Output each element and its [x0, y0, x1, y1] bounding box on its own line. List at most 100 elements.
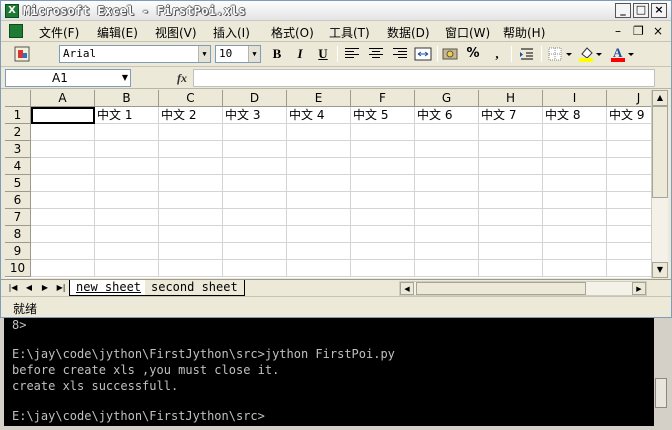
console-window[interactable]: 8> E:\jay\code\jython\FirstJython\src>jy… [0, 318, 672, 430]
cell-I2[interactable] [543, 124, 607, 141]
chevron-down-icon[interactable]: ▼ [122, 70, 128, 86]
cell-F2[interactable] [351, 124, 415, 141]
cell-D2[interactable] [223, 124, 287, 141]
cell-G8[interactable] [415, 226, 479, 243]
fill-color-icon[interactable] [577, 45, 603, 63]
cell-H8[interactable] [479, 226, 543, 243]
cell-F9[interactable] [351, 243, 415, 260]
cell-C7[interactable] [159, 209, 223, 226]
close-button[interactable]: × [651, 3, 667, 18]
cell-D7[interactable] [223, 209, 287, 226]
cell-D9[interactable] [223, 243, 287, 260]
cell-C5[interactable] [159, 175, 223, 192]
cell-G1[interactable]: 中文 6 [415, 107, 479, 124]
row-header[interactable]: 1 [5, 107, 31, 124]
console-scroll-thumb[interactable] [655, 378, 667, 408]
row-header[interactable]: 6 [5, 192, 31, 209]
cell-J1[interactable]: 中文 9 [607, 107, 651, 124]
sheet-tab-second-sheet[interactable]: second sheet [145, 280, 245, 296]
scroll-up-icon[interactable]: ▲ [652, 90, 668, 106]
menu-file[interactable]: 文件(F) [39, 24, 79, 41]
maximize-button[interactable]: □ [633, 3, 649, 18]
cell-I7[interactable] [543, 209, 607, 226]
sheet-tab-new-sheet[interactable]: new sheet [69, 280, 149, 296]
cell-E9[interactable] [287, 243, 351, 260]
menu-insert[interactable]: 插入(I) [213, 24, 250, 41]
column-header[interactable]: G [415, 90, 479, 107]
menu-format[interactable]: 格式(O) [271, 24, 314, 41]
align-left-icon[interactable] [345, 48, 359, 60]
cell-D8[interactable] [223, 226, 287, 243]
cell-H2[interactable] [479, 124, 543, 141]
cell-C9[interactable] [159, 243, 223, 260]
cell-D3[interactable] [223, 141, 287, 158]
cell-C6[interactable] [159, 192, 223, 209]
cell-C4[interactable] [159, 158, 223, 175]
cell-I8[interactable] [543, 226, 607, 243]
row-header[interactable]: 2 [5, 124, 31, 141]
cell-H10[interactable] [479, 260, 543, 277]
toolbar-options-icon[interactable] [13, 45, 33, 63]
cell-G2[interactable] [415, 124, 479, 141]
cell-A9[interactable] [31, 243, 95, 260]
cell-A10[interactable] [31, 260, 95, 277]
cell-H6[interactable] [479, 192, 543, 209]
cell-E10[interactable] [287, 260, 351, 277]
merge-center-icon[interactable] [413, 45, 433, 63]
cell-E8[interactable] [287, 226, 351, 243]
column-header[interactable]: F [351, 90, 415, 107]
cell-J8[interactable] [607, 226, 651, 243]
cell-H9[interactable] [479, 243, 543, 260]
cell-F6[interactable] [351, 192, 415, 209]
cell-A4[interactable] [31, 158, 95, 175]
cell-G10[interactable] [415, 260, 479, 277]
cell-F8[interactable] [351, 226, 415, 243]
cell-E3[interactable] [287, 141, 351, 158]
cell-A7[interactable] [31, 209, 95, 226]
minimize-button[interactable]: _ [615, 3, 631, 18]
cell-H7[interactable] [479, 209, 543, 226]
cell-B4[interactable] [95, 158, 159, 175]
font-color-icon[interactable]: A [609, 45, 635, 63]
cell-F5[interactable] [351, 175, 415, 192]
column-header[interactable]: B [95, 90, 159, 107]
cell-B9[interactable] [95, 243, 159, 260]
doc-restore-button[interactable]: ❐ [633, 24, 644, 38]
row-header[interactable]: 4 [5, 158, 31, 175]
column-header[interactable]: J [607, 90, 651, 107]
cell-A8[interactable] [31, 226, 95, 243]
cell-I3[interactable] [543, 141, 607, 158]
cell-J5[interactable] [607, 175, 651, 192]
workbook-icon[interactable] [9, 24, 23, 38]
cell-B5[interactable] [95, 175, 159, 192]
menu-edit[interactable]: 编辑(E) [97, 24, 138, 41]
column-header[interactable]: H [479, 90, 543, 107]
cell-E1[interactable]: 中文 4 [287, 107, 351, 124]
cell-G6[interactable] [415, 192, 479, 209]
horizontal-scrollbar[interactable]: ◀ ▶ [399, 281, 647, 296]
cell-B10[interactable] [95, 260, 159, 277]
cell-C10[interactable] [159, 260, 223, 277]
italic-button[interactable]: I [290, 45, 310, 63]
cell-D1[interactable]: 中文 3 [223, 107, 287, 124]
row-header[interactable]: 8 [5, 226, 31, 243]
next-sheet-icon[interactable]: ▶ [39, 282, 51, 294]
cell-I1[interactable]: 中文 8 [543, 107, 607, 124]
cell-J2[interactable] [607, 124, 651, 141]
cell-D10[interactable] [223, 260, 287, 277]
menu-tools[interactable]: 工具(T) [329, 24, 370, 41]
excel-app-icon[interactable]: X [5, 4, 19, 18]
cell-F10[interactable] [351, 260, 415, 277]
row-header[interactable]: 5 [5, 175, 31, 192]
menu-help[interactable]: 帮助(H) [503, 24, 545, 41]
cell-G3[interactable] [415, 141, 479, 158]
percent-style-button[interactable]: % [463, 45, 483, 63]
name-box[interactable]: A1 ▼ [5, 69, 131, 87]
cell-F7[interactable] [351, 209, 415, 226]
title-bar[interactable]: X Microsoft Excel - FirstPoi.xls _ □ × [1, 1, 671, 21]
cell-D4[interactable] [223, 158, 287, 175]
cell-J7[interactable] [607, 209, 651, 226]
cell-A3[interactable] [31, 141, 95, 158]
cell-G4[interactable] [415, 158, 479, 175]
cell-C2[interactable] [159, 124, 223, 141]
